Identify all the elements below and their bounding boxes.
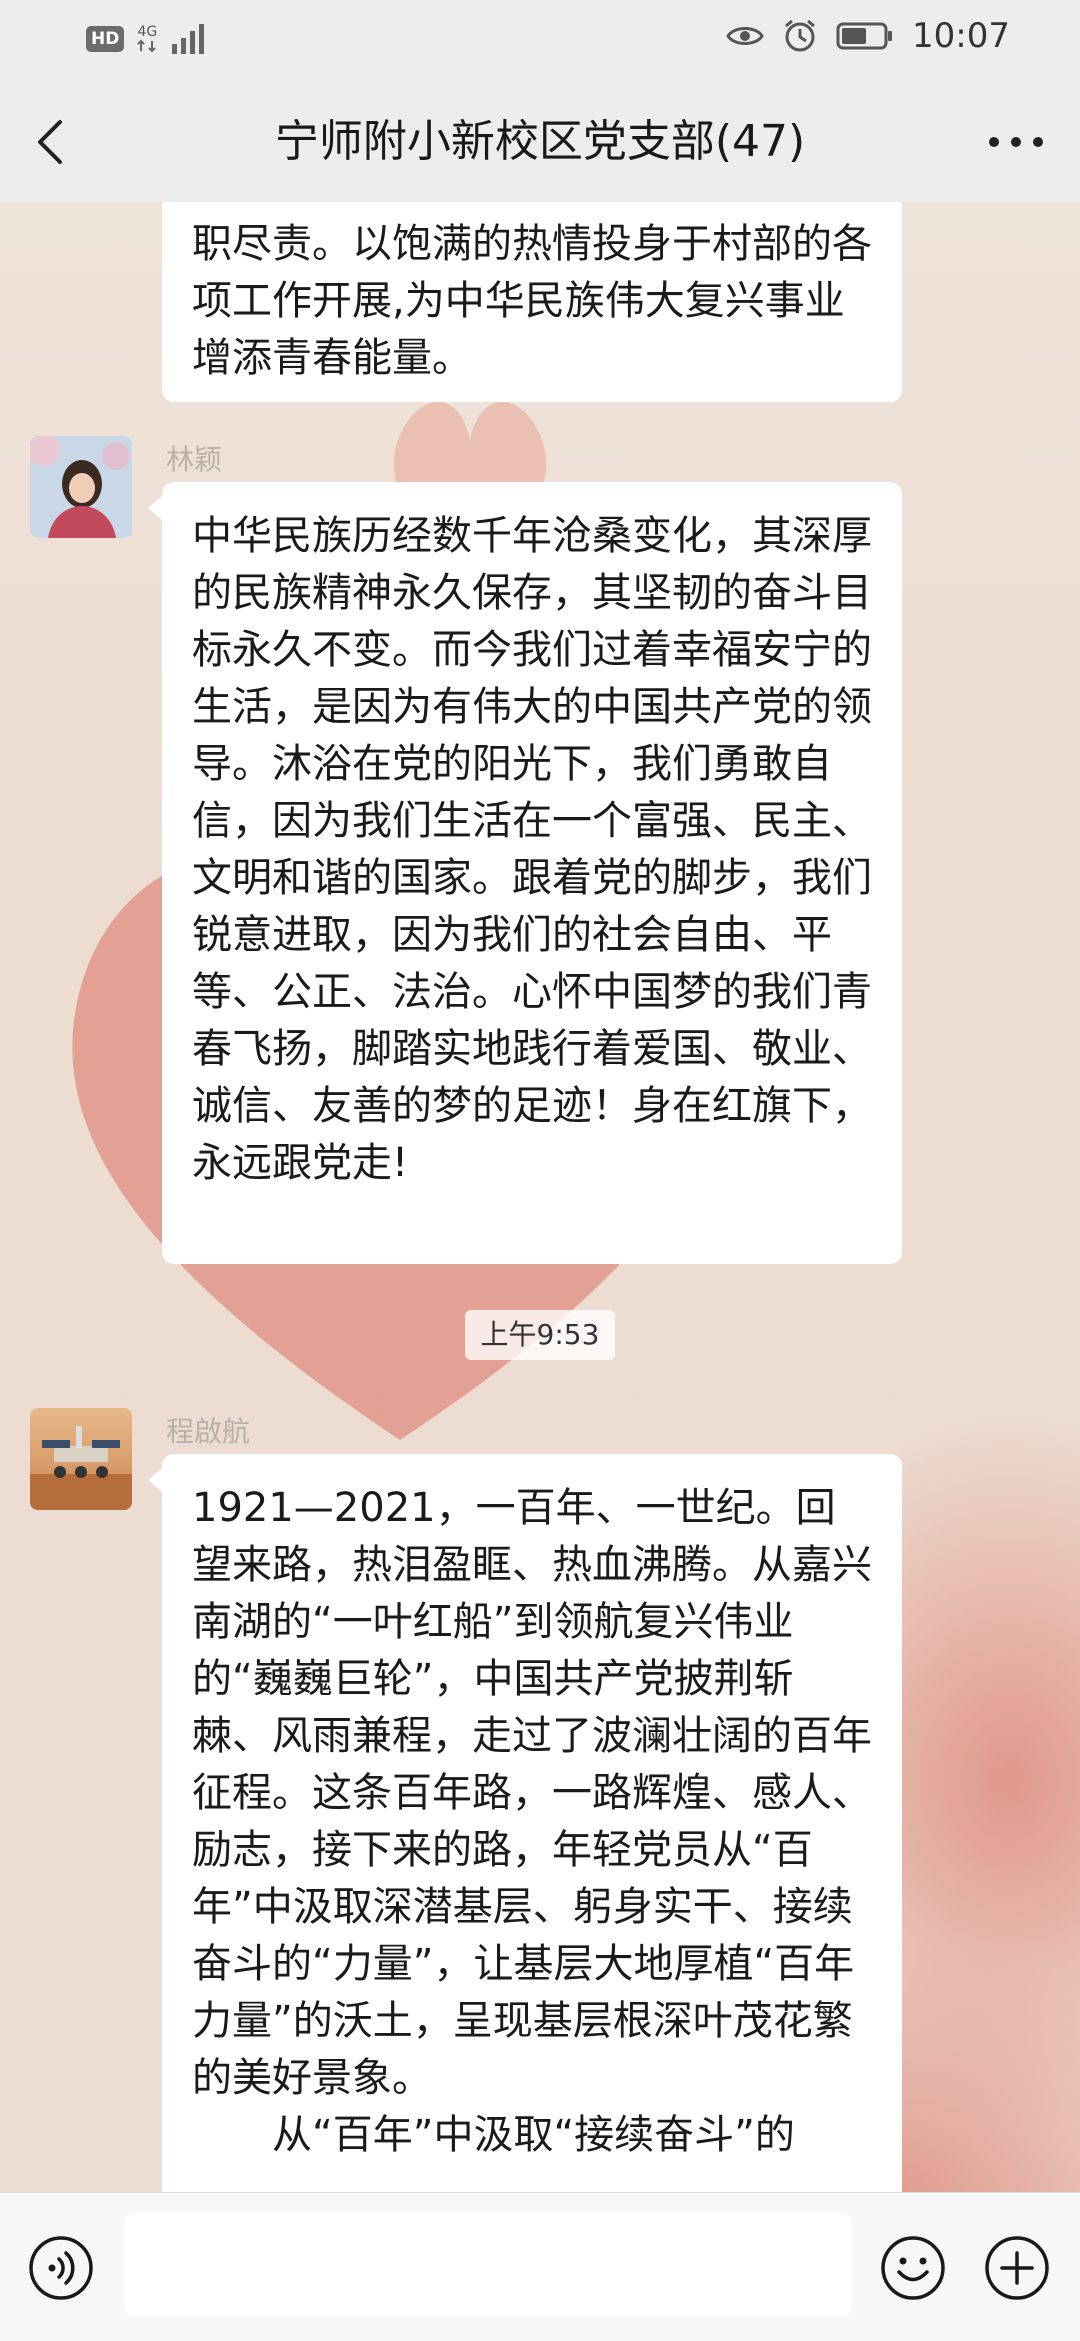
eye-icon [726,27,764,45]
message-text: 从“百年”中汲取“接续奋斗”的 [272,2112,795,2158]
message-bubble[interactable]: 中华民族历经数千年沧桑变化，其深厚的民族精神永久保存，其坚韧的奋斗目标永久不变。… [162,482,902,1264]
message-bubble[interactable]: 1921—2021，一百年、一世纪。回望来路，热泪盈眶、热血沸腾。从嘉兴南湖的“… [162,1454,902,2192]
sender-name: 程啟航 [166,1415,251,1448]
battery-icon [836,22,893,50]
message-text: 中华民族历经数千年沧桑变化，其深厚的民族精神永久保存，其坚韧的奋斗目标永久不变。… [192,513,872,1186]
emoji-icon[interactable] [880,2235,946,2301]
input-bar [0,2192,1080,2341]
more-dots-icon[interactable] [986,130,1046,154]
message-text: 1921—2021，一百年、一世纪。回望来路，热泪盈眶、热血沸腾。从嘉兴南湖的“… [192,1485,872,2101]
network-indicator: 4G [136,25,158,53]
bubble-tail [148,496,162,520]
avatar-photo-girl [30,436,132,538]
message-text: 职尽责。以饱满的热情投身于村部的各项工作开展,为中华民族伟大复兴事业增添青春能量… [192,221,872,381]
sender-name: 林颖 [166,443,223,476]
hd-badge: HD [86,26,125,52]
data-arrows-icon [137,39,157,53]
chat-header: 宁师附小新校区党支部(47) [0,82,1080,202]
voice-icon[interactable] [28,2235,94,2301]
time-stamp: 上午9:53 [465,1310,615,1360]
message-bubble[interactable]: 职尽责。以饱满的热情投身于村部的各项工作开展,为中华民族伟大复兴事业增添青春能量… [162,202,902,402]
avatar[interactable] [30,436,132,538]
chat-title[interactable]: 宁师附小新校区党支部(47) [0,82,1080,202]
bubble-tail [148,1468,162,1492]
network-label: 4G [137,24,158,40]
status-right: 10:07 [726,16,1010,56]
avatar-photo-rover [30,1408,132,1510]
status-time: 10:07 [912,16,1010,56]
signal-icon [172,24,205,54]
alarm-icon [785,19,815,52]
avatar[interactable] [30,1408,132,1510]
status-bar: HD 4G 10:07 [0,0,1080,82]
plus-icon[interactable] [984,2235,1050,2301]
message-input[interactable] [124,2213,852,2317]
message-list[interactable]: 职尽责。以饱满的热情投身于村部的各项工作开展,为中华民族伟大复兴事业增添青春能量… [0,202,1080,2192]
status-left: HD 4G [86,22,210,56]
